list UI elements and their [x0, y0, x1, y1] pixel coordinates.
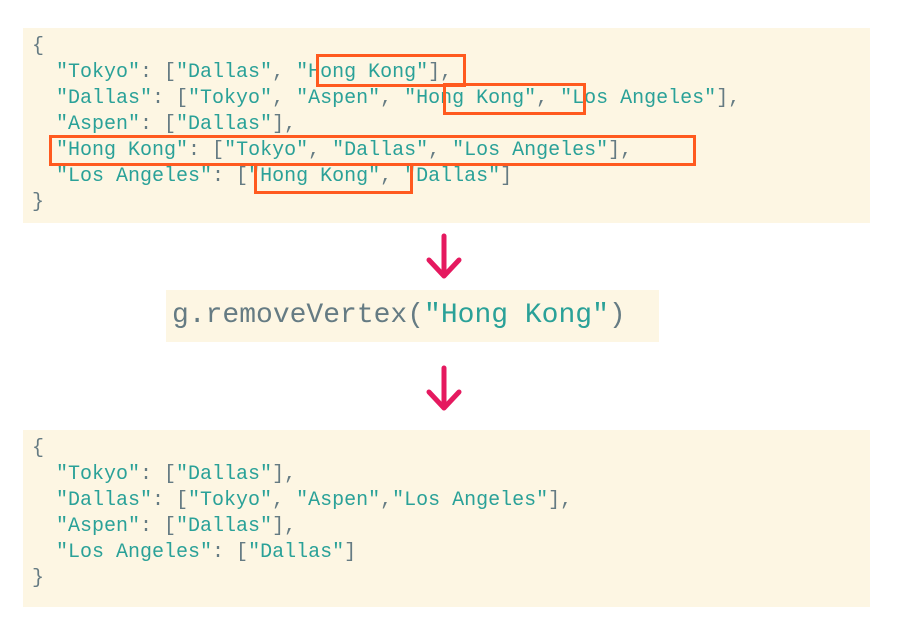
key-hong-kong: "Hong Kong" — [56, 139, 189, 162]
value-tokyo: "Tokyo" — [224, 139, 309, 162]
value-tokyo: "Tokyo" — [188, 489, 273, 512]
sep: : [ — [140, 113, 177, 136]
open-brace: { — [32, 437, 45, 460]
end: ] — [344, 541, 357, 564]
end: ], — [608, 139, 633, 162]
value-dallas: "Dallas" — [176, 113, 273, 136]
line-tokyo: "Tokyo": ["Dallas"], — [32, 462, 296, 488]
line-los-angeles: "Los Angeles": ["Hong Kong", "Dallas"] — [32, 164, 512, 190]
diagram: { "Tokyo": ["Dallas", "Hong Kong"], "Dal… — [0, 0, 899, 639]
line-dallas: "Dallas": ["Tokyo", "Aspen","Los Angeles… — [32, 488, 572, 514]
value-hong-kong: "Hong Kong" — [404, 87, 537, 110]
sep: : [ — [140, 463, 177, 486]
line-tokyo: "Tokyo": ["Dallas", "Hong Kong"], — [32, 60, 452, 86]
open-brace: { — [32, 35, 45, 58]
comma: , — [272, 489, 297, 512]
value-tokyo: "Tokyo" — [188, 87, 273, 110]
end: ], — [548, 489, 573, 512]
key-los-angeles: "Los Angeles" — [56, 165, 213, 188]
end: ], — [272, 515, 297, 538]
line-hong-kong: "Hong Kong": ["Tokyo", "Dallas", "Los An… — [32, 138, 632, 164]
end: ], — [272, 113, 297, 136]
value-dallas: "Dallas" — [176, 61, 273, 84]
comma: , — [272, 61, 297, 84]
arrow-down-icon — [426, 365, 462, 411]
sep: : [ — [152, 87, 189, 110]
value-dallas: "Dallas" — [332, 139, 429, 162]
arrow-down-icon — [426, 233, 462, 279]
comma: , — [380, 489, 393, 512]
value-dallas: "Dallas" — [176, 463, 273, 486]
sep: : [ — [140, 515, 177, 538]
comma: , — [308, 139, 333, 162]
comma: , — [428, 139, 453, 162]
comma: , — [272, 87, 297, 110]
value-dallas: "Dallas" — [248, 541, 345, 564]
value-hong-kong: "Hong Kong" — [248, 165, 381, 188]
line-los-angeles: "Los Angeles": ["Dallas"] — [32, 540, 356, 566]
end: ], — [272, 463, 297, 486]
call-suffix: ) — [608, 300, 626, 331]
remove-vertex-call: g.removeVertex("Hong Kong") — [166, 290, 659, 342]
graph-before-code: { "Tokyo": ["Dallas", "Hong Kong"], "Dal… — [23, 28, 870, 223]
line-aspen: "Aspen": ["Dallas"], — [32, 514, 296, 540]
sep: : [ — [188, 139, 225, 162]
value-dallas: "Dallas" — [404, 165, 501, 188]
value-los-angeles: "Los Angeles" — [560, 87, 717, 110]
key-tokyo: "Tokyo" — [56, 463, 141, 486]
value-los-angeles: "Los Angeles" — [392, 489, 549, 512]
comma: , — [380, 165, 405, 188]
graph-after-code: { "Tokyo": ["Dallas"], "Dallas": ["Tokyo… — [23, 430, 870, 607]
value-dallas: "Dallas" — [176, 515, 273, 538]
value-hong-kong: "Hong Kong" — [296, 61, 429, 84]
end: ] — [500, 165, 513, 188]
key-tokyo: "Tokyo" — [56, 61, 141, 84]
sep: : [ — [140, 61, 177, 84]
line-dallas: "Dallas": ["Tokyo", "Aspen", "Hong Kong"… — [32, 86, 740, 112]
call-prefix: g.removeVertex( — [172, 300, 425, 331]
comma: , — [380, 87, 405, 110]
close-brace: } — [32, 567, 45, 590]
end: ], — [716, 87, 741, 110]
sep: : [ — [152, 489, 189, 512]
comma: , — [536, 87, 561, 110]
value-aspen: "Aspen" — [296, 87, 381, 110]
key-aspen: "Aspen" — [56, 515, 141, 538]
key-dallas: "Dallas" — [56, 489, 153, 512]
key-los-angeles: "Los Angeles" — [56, 541, 213, 564]
sep: : [ — [212, 541, 249, 564]
end: ], — [428, 61, 453, 84]
key-dallas: "Dallas" — [56, 87, 153, 110]
value-los-angeles: "Los Angeles" — [452, 139, 609, 162]
sep: : [ — [212, 165, 249, 188]
line-aspen: "Aspen": ["Dallas"], — [32, 112, 296, 138]
key-aspen: "Aspen" — [56, 113, 141, 136]
value-aspen: "Aspen" — [296, 489, 381, 512]
call-argument: "Hong Kong" — [424, 300, 609, 331]
close-brace: } — [32, 191, 45, 214]
